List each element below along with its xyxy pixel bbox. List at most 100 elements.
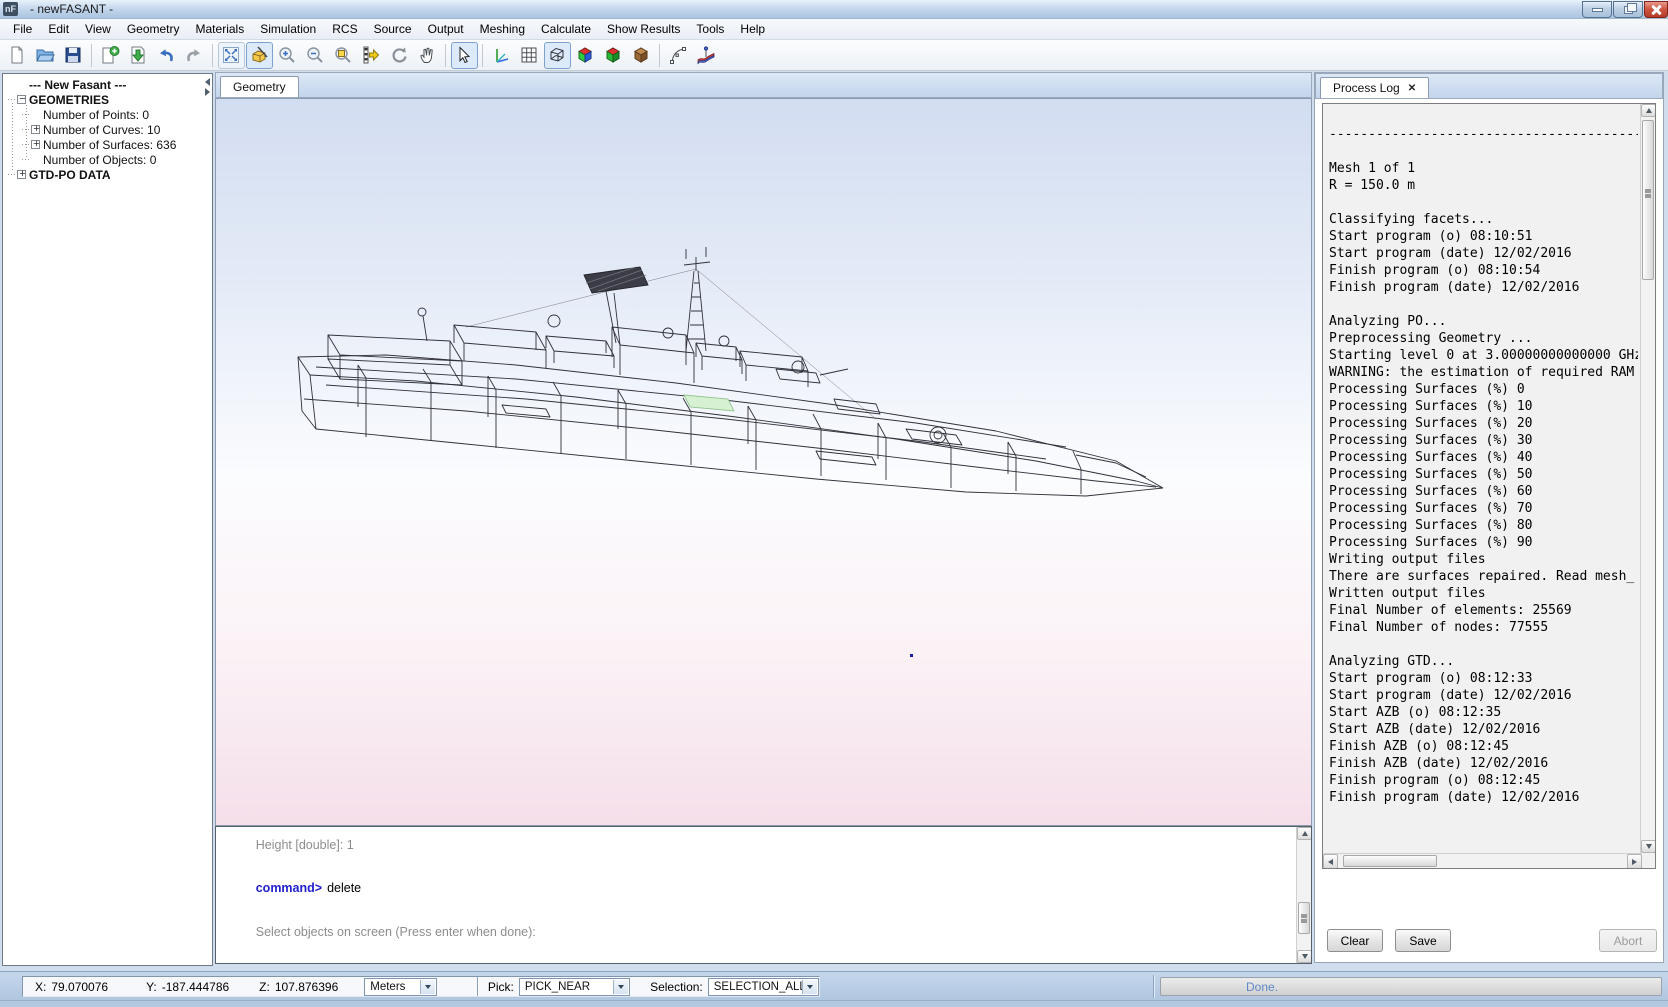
curve-tool-button[interactable]: [665, 42, 692, 69]
tree-expander-icon[interactable]: [17, 95, 26, 104]
scroll-up-arrow[interactable]: [1297, 827, 1312, 840]
redo-icon: [184, 45, 204, 65]
textured-view-button[interactable]: [628, 42, 655, 69]
geometry-canvas[interactable]: [215, 98, 1312, 826]
abort-button[interactable]: Abort: [1599, 929, 1657, 952]
log-line: Start program (o) 08:10:51: [1329, 228, 1638, 245]
redo-button[interactable]: [181, 42, 208, 69]
selection-mode-dropdown[interactable]: SELECTION_ALL: [708, 978, 819, 996]
scroll-down-arrow[interactable]: [1297, 950, 1312, 963]
pan-hand-button[interactable]: [414, 42, 441, 69]
x-coordinate: 79.070076: [51, 980, 108, 994]
log-line: Analyzing GTD...: [1329, 653, 1638, 670]
new-file-button[interactable]: [4, 42, 31, 69]
menu-item[interactable]: Help: [732, 19, 773, 39]
show-grid-button[interactable]: [516, 42, 543, 69]
tree-item[interactable]: --- New Fasant ---: [3, 77, 212, 92]
scroll-right-arrow[interactable]: [1627, 854, 1642, 869]
clear-button[interactable]: Clear: [1327, 929, 1383, 952]
tree-expander-icon[interactable]: [31, 125, 40, 134]
tree-item[interactable]: Number of Curves: 10: [3, 122, 212, 137]
console-output: command>Height [double]: 1 command>delet…: [216, 826, 1311, 964]
tree-expander-icon[interactable]: [31, 140, 40, 149]
tree-item[interactable]: Number of Points: 0: [3, 107, 212, 122]
flat-shaded-view-button[interactable]: [600, 42, 627, 69]
save-button[interactable]: [60, 42, 87, 69]
tab-geometry[interactable]: Geometry: [220, 76, 299, 97]
scroll-thumb[interactable]: [1642, 120, 1654, 280]
log-vscrollbar[interactable]: [1640, 104, 1655, 853]
zoom-window-button[interactable]: [330, 42, 357, 69]
perspective-edit-icon: [249, 45, 269, 65]
tree-item[interactable]: Number of Objects: 0: [3, 152, 212, 167]
close-tab-icon[interactable]: [1408, 83, 1416, 94]
scroll-up-arrow[interactable]: [1641, 104, 1656, 117]
scroll-down-arrow[interactable]: [1641, 840, 1656, 853]
tree-item-label: --- New Fasant ---: [29, 78, 126, 92]
menu-item[interactable]: RCS: [324, 19, 365, 39]
select-cursor-button[interactable]: [451, 42, 478, 69]
scroll-thumb[interactable]: [1343, 855, 1437, 867]
tree-connector-stub: [22, 114, 30, 115]
undo-button[interactable]: [153, 42, 180, 69]
process-log-panel: Process Log ----------------------------…: [1314, 72, 1664, 963]
command-prompt: command>: [256, 881, 322, 895]
shaded-view-button[interactable]: [572, 42, 599, 69]
menu-item[interactable]: Tools: [688, 19, 732, 39]
menu-item[interactable]: Materials: [188, 19, 253, 39]
restore-button[interactable]: [1613, 1, 1643, 18]
command-console[interactable]: command>Height [double]: 1 command>delet…: [215, 826, 1312, 964]
wireframe-view-button[interactable]: [544, 42, 571, 69]
pick-mode-dropdown[interactable]: PICK_NEAR: [519, 978, 630, 996]
tree-item[interactable]: GEOMETRIES: [3, 92, 212, 107]
restore-icon: [1624, 6, 1633, 14]
open-project-button[interactable]: [32, 42, 59, 69]
tree-splitter[interactable]: [205, 76, 213, 98]
show-axes-button[interactable]: [488, 42, 515, 69]
menu-item[interactable]: Output: [420, 19, 472, 39]
right-tabstrip: Process Log: [1315, 73, 1663, 99]
tree-item-label: Number of Points: 0: [43, 108, 149, 122]
menu-item[interactable]: Source: [366, 19, 420, 39]
add-geometry-button[interactable]: [97, 42, 124, 69]
log-line: Starting level 0 at 3.00000000000000 GHz: [1329, 347, 1638, 364]
console-scrollbar[interactable]: [1296, 827, 1311, 963]
minimize-button[interactable]: [1582, 1, 1612, 18]
menu-item[interactable]: Calculate: [533, 19, 599, 39]
ship-wireframe: [216, 99, 1312, 826]
tree-expander-icon[interactable]: [17, 170, 26, 179]
menu-item[interactable]: Show Results: [599, 19, 688, 39]
log-hscrollbar[interactable]: [1323, 853, 1642, 868]
tree-item-label: Number of Objects: 0: [43, 153, 156, 167]
fit-view-button[interactable]: [218, 42, 245, 69]
process-log-output[interactable]: ----------------------------------------…: [1322, 103, 1656, 869]
tree-item-label: Number of Curves: 10: [43, 123, 160, 137]
zoom-out-button[interactable]: [302, 42, 329, 69]
pan-strip-button[interactable]: [358, 42, 385, 69]
menu-item[interactable]: Edit: [40, 19, 77, 39]
selection-point-marker: [910, 654, 913, 657]
log-line: Mesh 1 of 1: [1329, 160, 1638, 177]
save-log-button[interactable]: Save: [1395, 929, 1451, 952]
curve-tool-icon: [668, 45, 688, 65]
menu-item[interactable]: File: [5, 19, 40, 39]
menu-item[interactable]: Geometry: [119, 19, 188, 39]
scroll-thumb[interactable]: [1298, 902, 1310, 934]
menu-item[interactable]: View: [77, 19, 119, 39]
log-line: Processing Surfaces (%) 20: [1329, 415, 1638, 432]
zoom-in-button[interactable]: [274, 42, 301, 69]
import-file-button[interactable]: [125, 42, 152, 69]
scroll-left-arrow[interactable]: [1323, 854, 1338, 869]
surface-tool-button[interactable]: [693, 42, 720, 69]
menu-item[interactable]: Simulation: [252, 19, 324, 39]
window-bottom-edge: [0, 1000, 1668, 1007]
close-button[interactable]: [1644, 1, 1668, 18]
perspective-edit-button[interactable]: [246, 42, 273, 69]
tree-item[interactable]: Number of Surfaces: 636: [3, 137, 212, 152]
units-dropdown[interactable]: Meters: [364, 978, 437, 996]
tab-process-log[interactable]: Process Log: [1320, 77, 1429, 98]
tree-item[interactable]: GTD-PO DATA: [3, 167, 212, 182]
rotate-view-button[interactable]: [386, 42, 413, 69]
menu-item[interactable]: Meshing: [472, 19, 533, 39]
tree-connector-stub: [8, 99, 16, 100]
